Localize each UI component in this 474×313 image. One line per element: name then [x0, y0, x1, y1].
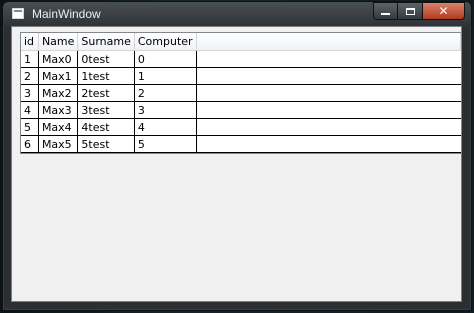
cell-surname[interactable]: 0test: [77, 50, 135, 68]
table-row[interactable]: 5 Max4 4test 4: [21, 118, 461, 136]
maximize-icon: [405, 7, 415, 15]
column-header-surname[interactable]: Surname: [77, 33, 135, 51]
cell-id[interactable]: 4: [21, 101, 39, 119]
cell-computer[interactable]: 2: [134, 84, 197, 102]
window-title: MainWindow: [32, 7, 101, 21]
cell-surname[interactable]: 3test: [77, 101, 135, 119]
cell-id[interactable]: 3: [21, 84, 39, 102]
cell-filler: [196, 50, 461, 68]
app-window-icon[interactable]: [12, 8, 24, 19]
window-controls: ✕: [373, 2, 465, 20]
cell-name[interactable]: Max5: [38, 135, 79, 153]
cell-surname[interactable]: 4test: [77, 118, 135, 136]
column-header-filler: [196, 33, 462, 51]
table-row[interactable]: 4 Max3 3test 3: [21, 101, 461, 119]
cell-name[interactable]: Max4: [38, 118, 79, 136]
cell-name[interactable]: Max0: [38, 50, 79, 68]
cell-name[interactable]: Max1: [38, 67, 79, 85]
cell-name[interactable]: Max3: [38, 101, 79, 119]
data-grid[interactable]: id Name Surname Computer 1 Max0 0test 0: [20, 32, 462, 154]
cell-surname[interactable]: 5test: [77, 135, 135, 153]
cell-filler: [196, 84, 461, 102]
header-row: id Name Surname Computer: [21, 33, 462, 51]
table-row[interactable]: 1 Max0 0test 0: [21, 50, 461, 68]
maximize-button[interactable]: [398, 2, 423, 20]
cell-id[interactable]: 6: [21, 135, 39, 153]
cell-id[interactable]: 1: [21, 50, 39, 68]
cell-name[interactable]: Max2: [38, 84, 79, 102]
cell-computer[interactable]: 3: [134, 101, 197, 119]
table-row[interactable]: 3 Max2 2test 2: [21, 84, 461, 102]
column-header-id[interactable]: id: [21, 33, 39, 51]
minimize-button[interactable]: [373, 2, 398, 20]
cell-surname[interactable]: 2test: [77, 84, 135, 102]
minimize-icon: [381, 12, 390, 15]
table-row[interactable]: 2 Max1 1test 1: [21, 67, 461, 85]
close-icon: ✕: [438, 4, 449, 18]
data-grid-table: id Name Surname Computer 1 Max0 0test 0: [21, 33, 462, 153]
close-button[interactable]: ✕: [423, 2, 465, 20]
cell-computer[interactable]: 1: [134, 67, 197, 85]
cell-computer[interactable]: 4: [134, 118, 197, 136]
window-client-area: id Name Surname Computer 1 Max0 0test 0: [11, 26, 462, 302]
cell-filler: [196, 67, 461, 85]
column-header-computer[interactable]: Computer: [134, 33, 197, 51]
cell-filler: [196, 118, 461, 136]
cell-surname[interactable]: 1test: [77, 67, 135, 85]
cell-id[interactable]: 2: [21, 67, 39, 85]
cell-filler: [196, 135, 461, 153]
cell-id[interactable]: 5: [21, 118, 39, 136]
main-window: MainWindow ✕ id Name Surname Computer 1 …: [2, 1, 472, 311]
column-header-name[interactable]: Name: [38, 33, 79, 51]
table-row[interactable]: 6 Max5 5test 5: [21, 135, 461, 153]
cell-filler: [196, 101, 461, 119]
cell-computer[interactable]: 0: [134, 50, 197, 68]
title-bar[interactable]: MainWindow ✕: [3, 2, 471, 26]
cell-computer[interactable]: 5: [134, 135, 197, 153]
